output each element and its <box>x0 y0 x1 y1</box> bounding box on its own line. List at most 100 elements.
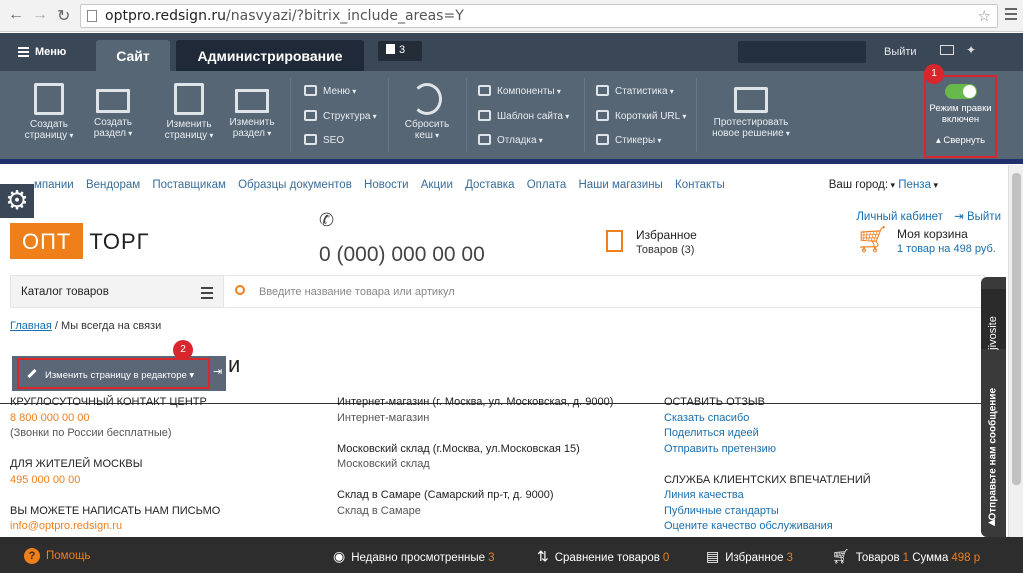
nav-link-payment[interactable]: Оплата <box>527 179 567 191</box>
create-section-button[interactable]: Создать раздел <box>84 83 142 139</box>
edit-mode-switch[interactable] <box>944 84 977 99</box>
create-page-button[interactable]: Создать страницу <box>20 83 78 141</box>
notification-icon <box>386 44 395 54</box>
personal-cabinet-link[interactable]: Личный кабинет <box>856 211 943 223</box>
contacts-col3-line[interactable]: Публичные стандарты <box>664 504 984 520</box>
settings-gear-icon[interactable]: ⚙ <box>0 184 34 218</box>
contacts-col1-line[interactable]: info@optpro.redsign.ru <box>10 519 330 535</box>
compare-button[interactable]: ⇅ Сравнение товаров 0 <box>537 548 669 565</box>
tab-administration[interactable]: Администрирование <box>176 40 364 71</box>
menu-item-menu[interactable]: Меню <box>304 85 356 97</box>
nav-link-delivery[interactable]: Доставка <box>465 179 514 191</box>
contacts-col2-line: Интернет-магазин <box>337 411 430 424</box>
logo-torg: ТОРГ <box>89 229 150 254</box>
user-name-box[interactable] <box>738 41 866 63</box>
admin-menu-button[interactable]: Меню <box>18 45 66 59</box>
contacts-col1-line: КРУГЛОСУТОЧНЫЙ КОНТАКТ ЦЕНТР <box>10 396 207 408</box>
menu-item-structure[interactable]: Структура <box>304 110 377 122</box>
bookmark-star-icon[interactable]: ☆ <box>978 7 991 25</box>
menu-item-site-template[interactable]: Шаблон сайта <box>478 110 569 122</box>
menu-item-short-url[interactable]: Короткий URL <box>596 110 686 122</box>
contacts-col3-line[interactable]: Сказать спасибо <box>664 411 984 427</box>
menu-item-menu-label: Меню <box>323 86 356 97</box>
search-icon <box>235 285 245 295</box>
menu-item-seo[interactable]: SEO <box>304 134 344 146</box>
catalog-button[interactable]: Каталог товаров <box>10 275 224 308</box>
inline-edit-panel: Изменить страницу в редакторе ▾ ⇥ <box>12 356 226 391</box>
help-icon: ? <box>24 548 40 564</box>
cart-summary[interactable]: 1 товар на 498 руб. <box>897 243 996 255</box>
keyboard-icon[interactable] <box>940 45 954 55</box>
account-links: Личный кабинет ⇥ Выйти <box>848 209 1001 223</box>
nav-link-companies[interactable]: мпании <box>34 179 74 191</box>
back-icon[interactable]: ← <box>8 6 24 24</box>
contacts-col3-line[interactable]: Линия качества <box>664 488 984 504</box>
menu-item-components[interactable]: Компоненты <box>478 85 561 97</box>
edit-in-editor-button[interactable]: Изменить страницу в редакторе ▾ <box>17 358 210 389</box>
city-value[interactable]: Пенза <box>898 179 938 191</box>
nav-link-contacts[interactable]: Контакты <box>675 179 725 191</box>
edit-page-button[interactable]: Изменить страницу <box>160 83 218 141</box>
notifications-button[interactable]: 3 <box>378 41 422 61</box>
reload-icon[interactable]: ↻ <box>57 6 70 26</box>
site-logo[interactable]: ОПТ ТОРГ <box>10 223 150 259</box>
scrollbar-thumb[interactable] <box>1012 173 1021 485</box>
menu-item-statistics-label: Статистика <box>615 86 674 97</box>
menu-item-debug[interactable]: Отладка <box>478 134 543 146</box>
breadcrumb-home[interactable]: Главная <box>10 320 52 332</box>
favorites-bar-count: 3 <box>786 552 793 564</box>
browser-menu-icon[interactable] <box>1005 8 1017 23</box>
sum-value: 498 р <box>951 552 981 564</box>
compare-count: 0 <box>662 552 670 564</box>
nav-link-suppliers[interactable]: Поставщикам <box>152 179 226 191</box>
contacts-col1-line[interactable]: 8 800 000 00 00 <box>10 411 330 427</box>
contacts-col1-line: (Звонки по России бесплатные) <box>10 427 172 439</box>
nav-link-news[interactable]: Новости <box>364 179 409 191</box>
collapse-button[interactable]: ▴ Свернуть <box>926 135 995 146</box>
logout-icon: ⇥ <box>954 211 964 223</box>
edit-mode-label-2: включен <box>941 114 980 125</box>
compare-label: Сравнение товаров <box>554 552 660 564</box>
nav-link-vendors[interactable]: Вендорам <box>86 179 140 191</box>
edit-in-editor-label: Изменить страницу в редакторе <box>45 370 187 381</box>
contacts-col3-line[interactable]: Оцените качество обслуживания <box>664 519 984 535</box>
address-bar[interactable]: optpro.redsign.ru/nasvyazi/?bitrix_inclu… <box>80 4 998 28</box>
site-logout-link[interactable]: ⇥ Выйти <box>954 211 1001 223</box>
contacts-col3-line[interactable]: Поделиться идеей <box>664 426 984 442</box>
contacts-column-2: Интернет-магазин (г. Москва, ул. Московс… <box>337 395 657 519</box>
favorites-count: Товаров (3) <box>636 244 695 256</box>
toolbar-separator <box>696 78 697 152</box>
recently-viewed-button[interactable]: ◉ Недавно просмотренные 3 <box>333 548 494 565</box>
download-screen-icon <box>734 87 768 113</box>
menu-item-debug-label: Отладка <box>497 135 543 146</box>
nav-link-documents[interactable]: Образцы документов <box>238 179 352 191</box>
contacts-col3-line[interactable]: Отправить претензию <box>664 442 984 458</box>
search-input[interactable]: Введите название товара или артикул <box>225 275 985 308</box>
cart-bar-button[interactable]: 🛒︎ Товаров 1 Сумма 498 р <box>832 548 980 565</box>
menu-item-statistics[interactable]: Статистика <box>596 85 674 97</box>
page-scrollbar[interactable] <box>1008 165 1023 537</box>
help-button[interactable]: ? Помощь <box>24 548 90 564</box>
nav-link-promotions[interactable]: Акции <box>421 179 453 191</box>
pin-icon[interactable]: ✦ <box>966 43 976 57</box>
tab-site[interactable]: Сайт <box>96 40 170 71</box>
jivosite-chat-tab[interactable]: jivosite Отправьте нам сообщение ◀ <box>981 277 1006 537</box>
city-selector[interactable]: Ваш город: Пенза <box>829 179 938 191</box>
menu-item-stickers[interactable]: Стикеры <box>596 134 661 146</box>
breadcrumb: Главная / Мы всегда на связи <box>10 320 161 332</box>
nav-link-stores[interactable]: Наши магазины <box>578 179 662 191</box>
contacts-col1-line: ДЛЯ ЖИТЕЛЕЙ МОСКВЫ <box>10 458 143 470</box>
favorites-bar-button[interactable]: ▤ Избранное 3 <box>706 548 793 565</box>
edit-mode-toggle[interactable]: Режим правки включен ▴ Свернуть <box>924 75 997 158</box>
edit-section-button[interactable]: Изменить раздел <box>223 83 281 139</box>
test-new-solution-button[interactable]: Протестировать новое решение <box>704 83 798 139</box>
contacts-col1-line[interactable]: 495 000 00 00 <box>10 473 330 489</box>
forward-icon[interactable]: → <box>32 6 48 24</box>
pin-panel-icon[interactable]: ⇥ <box>213 365 222 378</box>
eye-icon: ◉ <box>333 548 346 564</box>
reset-cache-button[interactable]: Сбросить кеш <box>398 83 456 141</box>
catalog-label: Каталог товаров <box>21 286 109 298</box>
admin-logout-link[interactable]: Выйти <box>884 46 917 58</box>
pencil-icon <box>27 368 37 379</box>
header-phone[interactable]: 0 (000) 000 00 00 <box>319 243 485 267</box>
